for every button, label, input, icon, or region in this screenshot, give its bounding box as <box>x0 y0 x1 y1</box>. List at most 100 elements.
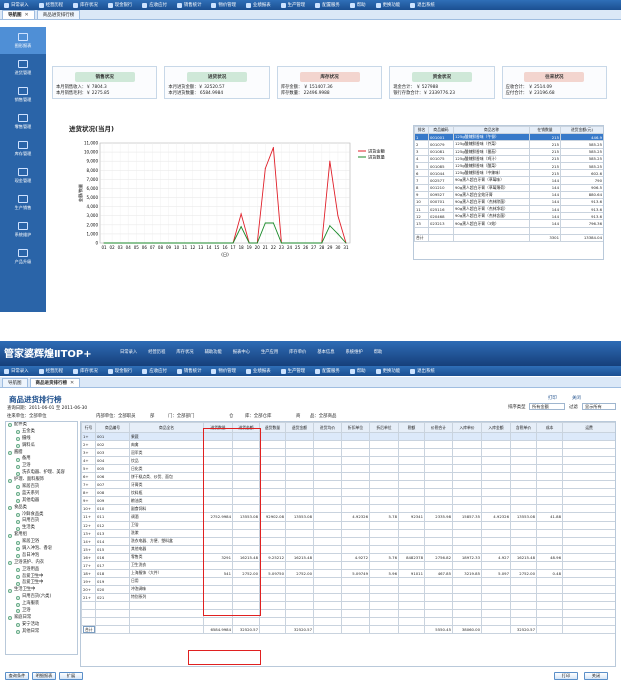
table-row[interactable]: 9+ 009 粮油类 <box>81 496 615 506</box>
table-row[interactable]: 1 001001 125g酸辣鲜香味（午餐） 215 446.9 <box>414 133 603 142</box>
close-link[interactable]: 关闭 <box>572 395 581 401</box>
tree-node[interactable]: 食品类 <box>6 505 77 512</box>
main-menu-item[interactable]: 报表中心 <box>233 349 250 355</box>
tree-node[interactable]: 摄线 <box>6 436 77 443</box>
menu-item[interactable]: 日常录入 <box>4 2 29 8</box>
filter-select[interactable]: 显示所有 <box>582 403 616 410</box>
table-row[interactable]: 13 023213 90g黑人超白牙膏（3效） 144 796.36 <box>414 219 603 228</box>
bottom-right-button[interactable]: 关闭 <box>584 672 608 680</box>
table-row[interactable]: 21+ 021 特别系列 <box>81 592 615 602</box>
table-row[interactable]: 5+ 005 日化类 <box>81 464 615 474</box>
table-row[interactable]: 17+ 017 卫生洗衣 <box>81 560 615 570</box>
table-row[interactable]: 3 001081 125g酸辣鲜香味（番茄） 215 585.25 <box>414 147 603 156</box>
menu-item[interactable]: 生产管理 <box>280 368 305 374</box>
menu-item[interactable]: 配置服务 <box>315 368 340 374</box>
tree-node[interactable]: 家居百货 <box>6 484 77 491</box>
menu-item[interactable]: 经营历程 <box>38 368 63 374</box>
tree-node[interactable]: 其他日常 <box>6 629 77 636</box>
table-row[interactable]: 2+ 002 肉禽 <box>81 440 615 450</box>
table-row[interactable]: 14+ 014 洗衣电器、方便、塑料盒 <box>81 536 615 546</box>
sidebar-item[interactable]: 销售管理 <box>0 81 46 108</box>
sidebar-item[interactable]: 生产销售 <box>0 189 46 216</box>
sidebar-item[interactable]: 产品升级 <box>0 243 46 270</box>
column-header[interactable]: 排名 <box>414 126 429 135</box>
column-header[interactable]: 入库单价 <box>452 422 482 433</box>
column-header[interactable]: 进货金额(元) <box>560 126 603 135</box>
close-icon[interactable]: ✕ <box>70 380 74 386</box>
table-row[interactable]: 8+ 008 饮料瓶 <box>81 488 615 498</box>
menu-item[interactable]: 帮助 <box>349 368 366 374</box>
column-header[interactable]: 商品名称 <box>453 126 530 135</box>
table-row[interactable]: 8 001210 90g黑人超白牙膏（草莓薄荷） 144 906.5 <box>414 183 603 192</box>
table-row[interactable]: 10+ 010 副食饲料 <box>81 504 615 514</box>
bottom-button[interactable]: 扩展 <box>59 672 83 680</box>
table-row[interactable]: 4+ 004 饮品 <box>81 456 615 466</box>
column-header[interactable]: 价税合计 <box>424 422 453 433</box>
table-row[interactable]: 6 001044 125g酸辣鲜香味（中辣味） 215 602.6 <box>414 169 603 178</box>
menu-item[interactable]: 更换功能 <box>375 368 400 374</box>
column-header[interactable]: 退货金额 <box>285 422 314 433</box>
sidebar-item[interactable]: 进货管理 <box>0 54 46 81</box>
column-header[interactable]: 商品编号 <box>95 422 130 433</box>
bottom-right-button[interactable]: 打印 <box>554 672 578 680</box>
sidebar-item[interactable]: 系统维护 <box>0 216 46 243</box>
sidebar-item[interactable]: 库存管理 <box>0 135 46 162</box>
tree-node[interactable]: 酱腊 <box>6 450 77 457</box>
table-row[interactable]: 2 001079 125g酸辣鲜香味（芥菜） 215 585.25 <box>414 140 603 149</box>
sidebar-item[interactable]: 现金管理 <box>0 162 46 189</box>
menu-item[interactable]: 应收应付 <box>142 368 167 374</box>
tab-nav[interactable]: 导航图 ✕ <box>2 10 35 19</box>
tree-node[interactable]: 日用百货 <box>6 518 77 525</box>
main-menu-item[interactable]: 日常录入 <box>120 349 137 355</box>
tree-node[interactable]: 家居卫浴 <box>6 539 77 546</box>
menu-item[interactable]: 日常录入 <box>4 368 29 374</box>
column-header[interactable]: 折扣单位 <box>341 422 370 433</box>
main-menu-item[interactable]: 基本信息 <box>317 349 334 355</box>
tree-node[interactable]: 配件类 <box>6 422 77 429</box>
tree-node[interactable]: 吾日冲泡 <box>6 553 77 560</box>
tab-goods-rank-2[interactable]: 商品进货排行榜 ✕ <box>29 378 81 387</box>
main-menu-item[interactable]: 库存单价 <box>289 349 306 355</box>
table-row[interactable]: 7 002577 90g黑人超白牙膏（草莓味） 144 790 <box>414 176 603 185</box>
tree-node[interactable]: 五金类 <box>6 429 77 436</box>
tree-node[interactable]: 调料瓜 <box>6 443 77 450</box>
menu-item[interactable]: 生产管理 <box>280 2 305 8</box>
column-header[interactable]: 入库金额 <box>481 422 511 433</box>
tree-node[interactable]: 其他电器 <box>6 498 77 505</box>
tab-goods-rank[interactable]: 商品进货排行榜 <box>36 10 81 19</box>
tree-node[interactable]: 家庭日常 <box>6 615 77 622</box>
column-header[interactable]: 折后单位 <box>369 422 399 433</box>
tree-node[interactable]: 日用百货(六类) <box>6 594 77 601</box>
column-header[interactable]: 在销数量 <box>529 126 561 135</box>
menu-item[interactable]: 帮助 <box>349 2 366 8</box>
table-row[interactable]: 12 020468 90g黑人超白牙膏（杰林含菌） 144 913.6 <box>414 212 603 221</box>
bottom-button[interactable]: 明细报表 <box>32 672 56 680</box>
tree-node[interactable]: 冷鲜食品类 <box>6 512 77 519</box>
table-row[interactable]: 11 025116 90g黑人超白牙膏（杰林净垢） 144 913.6 <box>414 205 603 214</box>
column-header[interactable]: 商品全名 <box>129 422 204 433</box>
column-header[interactable]: 运费 <box>562 422 615 433</box>
menu-item[interactable]: 配置服务 <box>315 2 340 8</box>
print-link[interactable]: 打印 <box>548 395 557 401</box>
tree-node[interactable]: 备用 <box>6 456 77 463</box>
table-row[interactable]: 13+ 013 洗漱 <box>81 528 615 538</box>
menu-item[interactable]: 销售统计 <box>176 2 201 8</box>
column-header[interactable]: 含税单价 <box>510 422 537 433</box>
menu-item[interactable]: 现金银行 <box>107 2 132 8</box>
menu-item[interactable]: 更换功能 <box>375 2 400 8</box>
table-row[interactable]: 12+ 012 卫浴 <box>81 520 615 530</box>
table-row[interactable]: 1+ 001 果蔬 <box>81 431 615 442</box>
table-row[interactable]: 5 001085 125g酸辣鲜香味（酸菜） 215 585.25 <box>414 161 603 171</box>
sidebar-item[interactable]: 零售管理 <box>0 108 46 135</box>
main-menu-item[interactable]: 系统维护 <box>346 349 363 355</box>
menu-item[interactable]: 业绩报表 <box>246 2 271 8</box>
menu-item[interactable]: 业绩报表 <box>246 368 271 374</box>
main-menu-item[interactable]: 经营历程 <box>148 349 165 355</box>
bottom-button[interactable]: 查询条件 <box>5 672 29 680</box>
tree-node[interactable]: 卫浴用品 <box>6 567 77 574</box>
column-header[interactable]: 退货数量 <box>259 422 286 433</box>
tree-node[interactable]: 安宁活动 <box>6 622 77 629</box>
column-header[interactable]: 成本 <box>536 422 563 433</box>
table-row[interactable]: 4 001075 125g酸辣鲜香味（鸡汁） 215 585.25 <box>414 154 603 163</box>
main-menu-item[interactable]: 辅助功能 <box>205 349 222 355</box>
